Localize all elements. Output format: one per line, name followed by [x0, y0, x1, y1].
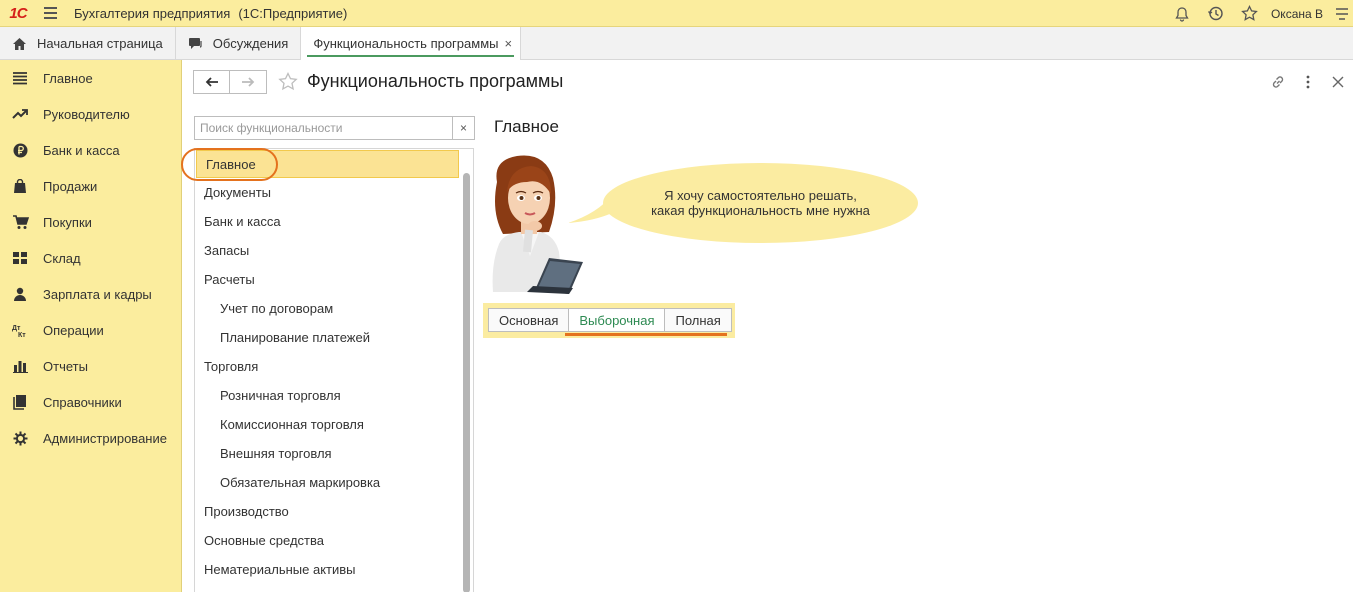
warehouse-icon [11, 249, 29, 267]
sections-list: Главное Документы Банк и касса Запасы Ра… [194, 148, 474, 592]
tab-label: Начальная страница [37, 36, 163, 51]
person-icon [11, 285, 29, 303]
sidebar-item-admin[interactable]: Администрирование [0, 420, 181, 456]
list-item-settlements[interactable]: Расчеты [195, 265, 473, 294]
clear-search-button[interactable]: × [452, 117, 474, 139]
tab-home[interactable]: Начальная страница [0, 27, 176, 60]
sidebar-item-label: Операции [43, 322, 104, 338]
sidebar-item-salary[interactable]: Зарплата и кадры [0, 276, 181, 312]
favorites-star-icon[interactable] [1233, 0, 1267, 27]
sidebar-item-sales[interactable]: Продажи [0, 168, 181, 204]
speech-bubble-line-2: какая функциональность мне нужна [651, 203, 870, 218]
arrow-left-icon [205, 77, 218, 87]
book-icon [11, 393, 29, 411]
sidebar-item-label: Отчеты [43, 358, 88, 374]
gear-icon [11, 429, 29, 447]
panel-title: Главное [494, 117, 559, 136]
chat-icon [188, 37, 203, 51]
sidebar-item-warehouse[interactable]: Склад [0, 240, 181, 276]
sidebar-item-operations[interactable]: Дт Кт Операции [0, 312, 181, 348]
sidebar-item-main[interactable]: Главное [0, 60, 181, 96]
speech-bubble: Я хочу самостоятельно решать, какая функ… [603, 163, 918, 243]
back-button[interactable] [193, 70, 230, 94]
list-item-intangibles[interactable]: Нематериальные активы [195, 555, 473, 584]
app-logo[interactable]: 1С [0, 0, 36, 27]
list-scrollbar[interactable] [459, 149, 473, 592]
trend-icon [11, 105, 29, 123]
functionality-mode-switch: Основная Выборочная Полная [483, 303, 735, 338]
sidebar-item-label: Склад [43, 250, 81, 266]
list-item-trade[interactable]: Торговля [195, 352, 473, 381]
settings-menu-icon[interactable] [1331, 0, 1353, 27]
history-nav [193, 70, 267, 94]
list-item-documents[interactable]: Документы [195, 178, 473, 207]
sidebar-item-purchases[interactable]: Покупки [0, 204, 181, 240]
svg-text:Кт: Кт [18, 332, 26, 338]
sidebar-item-label: Руководителю [43, 106, 130, 122]
bell-icon[interactable] [1165, 0, 1199, 27]
bar-chart-icon [11, 357, 29, 375]
sidebar-item-label: Продажи [43, 178, 98, 194]
search-field: × [194, 116, 475, 140]
cart-icon [11, 213, 29, 231]
home-icon [12, 37, 27, 51]
open-tabs-bar: Начальная страница Обсуждения Функционал… [0, 27, 1353, 60]
scrollbar-thumb[interactable] [463, 173, 470, 592]
sidebar-item-reports[interactable]: Отчеты [0, 348, 181, 384]
list-item-foreign-trade[interactable]: Внешняя торговля [195, 439, 473, 468]
sidebar-item-bank[interactable]: Банк и касса [0, 132, 181, 168]
tab-label: Обсуждения [212, 36, 289, 51]
list-item-production[interactable]: Производство [195, 497, 473, 526]
sidebar-item-label: Зарплата и кадры [43, 286, 152, 302]
history-icon[interactable] [1199, 0, 1233, 27]
menu-lines-icon [11, 69, 29, 87]
selection-highlight-ring [181, 148, 278, 181]
tab-discussions[interactable]: Обсуждения [176, 27, 302, 60]
link-icon[interactable] [1263, 70, 1293, 94]
tab-functionality[interactable]: Функциональность программы × [301, 27, 522, 60]
arrow-right-icon [242, 77, 255, 87]
platform-name: (1С:Предприятие) [238, 5, 348, 21]
sidebar-item-label: Справочники [43, 394, 122, 410]
dt-kt-icon: Дт Кт [11, 321, 29, 339]
search-input[interactable] [195, 117, 452, 139]
mode-basic-button[interactable]: Основная [488, 308, 570, 332]
list-item-fixed-assets[interactable]: Основные средства [195, 526, 473, 555]
main-menu-icon[interactable] [36, 0, 64, 27]
list-item-contracts[interactable]: Учет по договорам [195, 294, 473, 323]
app-title: Бухгалтерия предприятия (1С:Предприятие) [74, 6, 347, 21]
app-name: Бухгалтерия предприятия [74, 5, 231, 21]
more-actions-icon[interactable] [1293, 70, 1323, 94]
forward-button[interactable] [230, 70, 267, 94]
list-item-retail[interactable]: Розничная торговля [195, 381, 473, 410]
list-item-bank[interactable]: Банк и касса [195, 207, 473, 236]
sidebar-item-label: Главное [43, 70, 93, 86]
list-item-inventory[interactable]: Запасы [195, 236, 473, 265]
selection-underline [565, 333, 727, 336]
list-item-marking[interactable]: Обязательная маркировка [195, 468, 473, 497]
list-item-commission[interactable]: Комиссионная торговля [195, 410, 473, 439]
add-to-favorites-icon[interactable] [278, 71, 298, 94]
tab-label: Функциональность программы [313, 36, 499, 51]
close-form-icon[interactable] [1323, 70, 1353, 94]
list-item-payment-planning[interactable]: Планирование платежей [195, 323, 473, 352]
title-bar: 1С Бухгалтерия предприятия (1С:Предприяти… [0, 0, 1353, 27]
sidebar-item-label: Банк и касса [43, 142, 120, 158]
sidebar-item-catalogs[interactable]: Справочники [0, 384, 181, 420]
user-name[interactable]: Оксана В [1271, 7, 1323, 21]
mode-selective-button[interactable]: Выборочная [569, 308, 666, 332]
sidebar-item-manager[interactable]: Руководителю [0, 96, 181, 132]
mode-full-button[interactable]: Полная [665, 308, 732, 332]
form-title: Функциональность программы [307, 71, 564, 91]
bag-icon [11, 177, 29, 195]
sections-panel: Главное Руководителю Банк и касса Продаж… [0, 60, 182, 592]
form-area: Функциональность программы × Главное Док… [181, 60, 1353, 592]
close-tab-icon[interactable]: × [504, 36, 512, 51]
sidebar-item-label: Администрирование [43, 430, 167, 446]
ruble-icon [11, 141, 29, 159]
svg-text:Дт: Дт [12, 325, 21, 332]
speech-bubble-line-1: Я хочу самостоятельно решать, [664, 188, 857, 203]
sidebar-item-label: Покупки [43, 214, 92, 230]
